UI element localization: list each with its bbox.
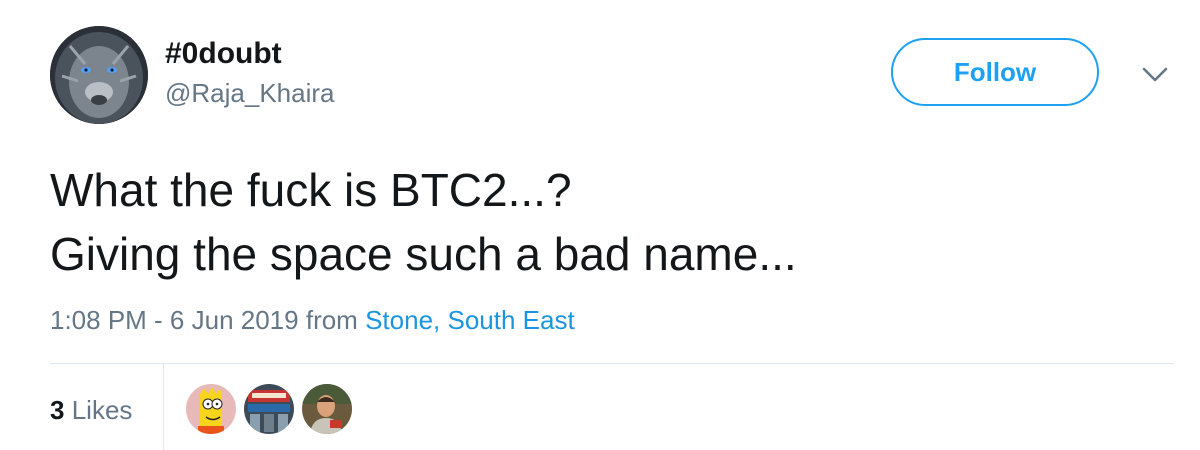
liker-avatars [186,384,360,434]
tweet-location-link[interactable]: Stone, South East [365,305,575,335]
likes-number: 3 [50,395,65,425]
divider [50,363,1174,364]
likes-count[interactable]: 3 Likes [50,393,132,427]
from-label: from [305,305,358,335]
liker-avatar[interactable] [186,384,236,434]
tweet-text: What the fuck is BTC2...? Giving the spa… [50,158,1150,286]
user-avatar[interactable] [50,26,148,124]
tweet-card: #0doubt @Raja_Khaira Follow What the fuc… [0,0,1200,450]
stats-divider [163,364,164,450]
tweet-header: #0doubt @Raja_Khaira [50,26,334,124]
tweet-text-line: What the fuck is BTC2...? [50,164,572,216]
chevron-down-icon [1142,67,1168,82]
follow-button[interactable]: Follow [891,38,1099,106]
likes-label: Likes [71,395,133,425]
user-names: #0doubt @Raja_Khaira [165,36,334,110]
liker-avatar[interactable] [302,384,352,434]
user-handle[interactable]: @Raja_Khaira [165,76,334,110]
tweet-metadata: 1:08 PM - 6 Jun 2019 from Stone, South E… [50,303,575,337]
storefront-avatar-icon [244,384,294,434]
display-name[interactable]: #0doubt [165,36,334,72]
person-avatar-icon [302,384,352,434]
tweet-timestamp[interactable]: 1:08 PM - 6 Jun 2019 [50,305,299,335]
more-options-menu[interactable] [1138,60,1172,90]
liker-avatar[interactable] [244,384,294,434]
lion-face-avatar-icon [50,26,148,124]
tweet-text-line: Giving the space such a bad name... [50,228,797,280]
cartoon-avatar-icon [186,384,236,434]
